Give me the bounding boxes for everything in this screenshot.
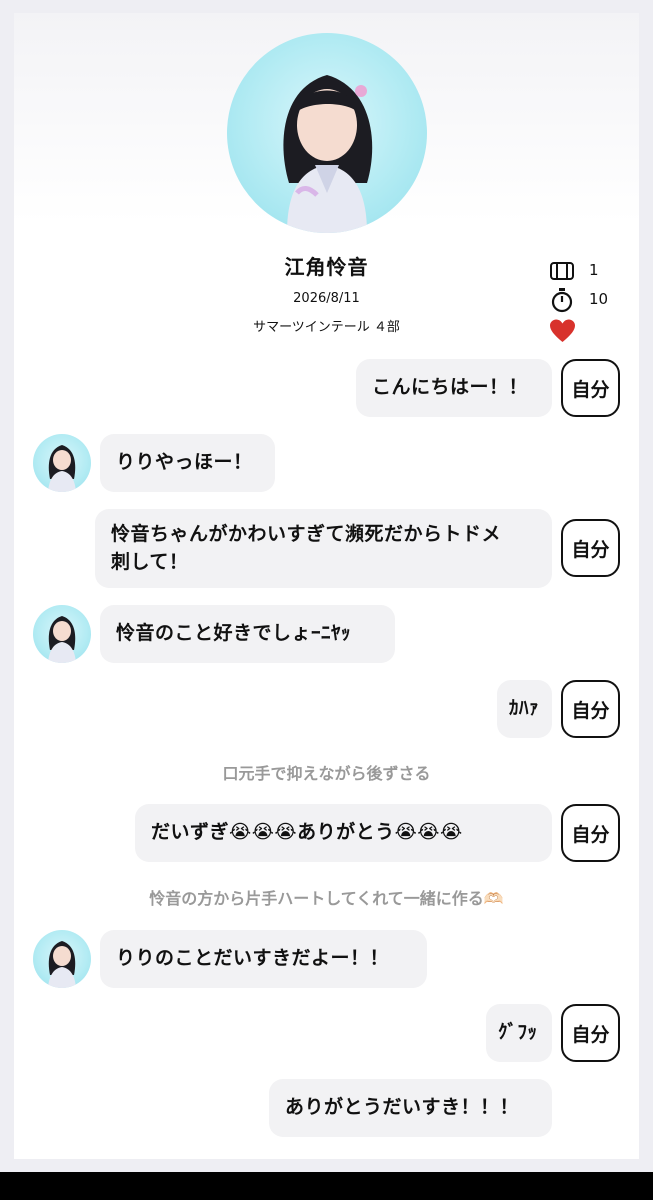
idol-avatar: [33, 605, 91, 663]
idol-message-bubble: りりのことだいすきだよー！！: [100, 930, 427, 988]
self-message-bubble: ｶﾊｧ: [497, 680, 552, 738]
message-text: ｶﾊｧ: [509, 697, 540, 720]
self-label-button[interactable]: 自分: [561, 680, 620, 738]
profile-avatar: [227, 33, 427, 233]
heart-icon: [550, 319, 575, 342]
heart-stat: [549, 318, 576, 344]
self-message-bubble: ありがとうだいすき！！！: [269, 1079, 552, 1137]
self-label: 自分: [571, 538, 610, 561]
message-text: こんにちはー！！: [372, 376, 529, 399]
self-label: 自分: [571, 699, 610, 722]
self-label: 自分: [571, 378, 610, 401]
self-message-bubble: ｸﾞﾌｯ: [486, 1004, 552, 1062]
bottom-bar: [0, 1172, 653, 1200]
stopwatch-icon: [551, 288, 573, 313]
narration-text: 怜音の方から片手ハートしてくれて一緒に作る🫶🏻: [149, 889, 504, 908]
self-label-button[interactable]: 自分: [561, 804, 620, 862]
message-text: だいずぎ😭😭😭ありがとう😭😭😭: [151, 821, 463, 844]
message-text: りりやっほー！: [116, 451, 253, 474]
profile-name: 江角怜音: [284, 255, 369, 279]
message-text-line-1: 怜音ちゃんがかわいすぎて瀕死だからトドメ: [111, 522, 502, 545]
event-date: 2026/8/11: [293, 291, 360, 306]
message-text: ｸﾞﾌｯ: [498, 1021, 538, 1044]
self-message-bubble: だいずぎ😭😭😭ありがとう😭😭😭: [135, 804, 552, 862]
self-message-bubble: 怜音ちゃんがかわいすぎて瀕死だからトドメ 刺して！: [95, 509, 552, 588]
ticket-stat: 1: [549, 258, 599, 284]
message-text: りりのことだいすきだよー！！: [116, 947, 390, 970]
self-label-button[interactable]: 自分: [561, 359, 620, 417]
idol-avatar: [33, 930, 91, 988]
self-message-bubble: こんにちはー！！: [356, 359, 552, 417]
message-text: ありがとうだいすき！！！: [285, 1096, 520, 1119]
event-name: サマーツインテール ４部: [253, 320, 400, 335]
ticket-icon: [550, 262, 574, 280]
ticket-count: 1: [589, 261, 599, 279]
self-label-button[interactable]: 自分: [561, 1004, 620, 1062]
self-label: 自分: [571, 823, 610, 846]
message-text-line-2: 刺して！: [111, 550, 189, 573]
timer-seconds: 10: [589, 290, 609, 308]
idol-message-bubble: 怜音のこと好きでしょｰﾆﾔｯ: [100, 605, 395, 663]
self-label-button[interactable]: 自分: [561, 519, 620, 577]
idol-message-bubble: りりやっほー！: [100, 434, 275, 492]
message-text: 怜音のこと好きでしょｰﾆﾔｯ: [116, 622, 352, 645]
narration-text: 口元手で抑えながら後ずさる: [222, 764, 431, 783]
self-label: 自分: [571, 1023, 610, 1046]
idol-avatar: [33, 434, 91, 492]
timer-stat: 10: [549, 287, 608, 313]
